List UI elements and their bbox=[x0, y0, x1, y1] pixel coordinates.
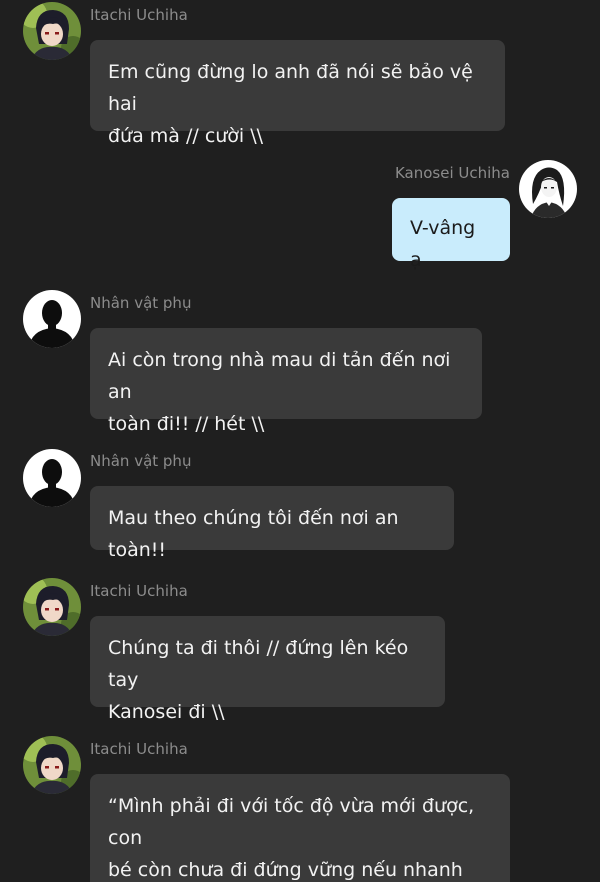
sender-name: Kanosei Uchiha bbox=[394, 164, 510, 182]
sender-name: Nhân vật phụ bbox=[90, 294, 192, 312]
itachi-avatar-icon[interactable] bbox=[23, 2, 81, 60]
message-bubble[interactable]: “Mình phải đi với tốc độ vừa mới được, c… bbox=[90, 774, 510, 882]
sender-name: Nhân vật phụ bbox=[90, 452, 192, 470]
sender-name: Itachi Uchiha bbox=[90, 740, 188, 758]
message-bubble[interactable]: Chúng ta đi thôi // đứng lên kéo tay Kan… bbox=[90, 616, 445, 723]
sender-name: Itachi Uchiha bbox=[90, 582, 188, 600]
itachi-avatar-icon[interactable] bbox=[23, 736, 81, 794]
sender-name: Itachi Uchiha bbox=[90, 6, 188, 24]
itachi-avatar-icon[interactable] bbox=[23, 578, 81, 636]
message-bubble[interactable]: Ai còn trong nhà mau di tản đến nơi an t… bbox=[90, 328, 482, 435]
silhouette-avatar-icon[interactable] bbox=[23, 290, 81, 348]
kanosei-avatar-icon[interactable] bbox=[519, 160, 577, 218]
message-bubble-self[interactable]: V-vâng ạ bbox=[392, 198, 510, 271]
message-bubble[interactable]: Em cũng đừng lo anh đã nói sẽ bảo vệ hai… bbox=[90, 40, 505, 147]
silhouette-avatar-icon[interactable] bbox=[23, 449, 81, 507]
message-bubble[interactable]: Mau theo chúng tôi đến nơi an toàn!! bbox=[90, 486, 454, 561]
chat-thread: Itachi Uchiha Em cũng đừng lo anh đã nói… bbox=[0, 0, 600, 882]
